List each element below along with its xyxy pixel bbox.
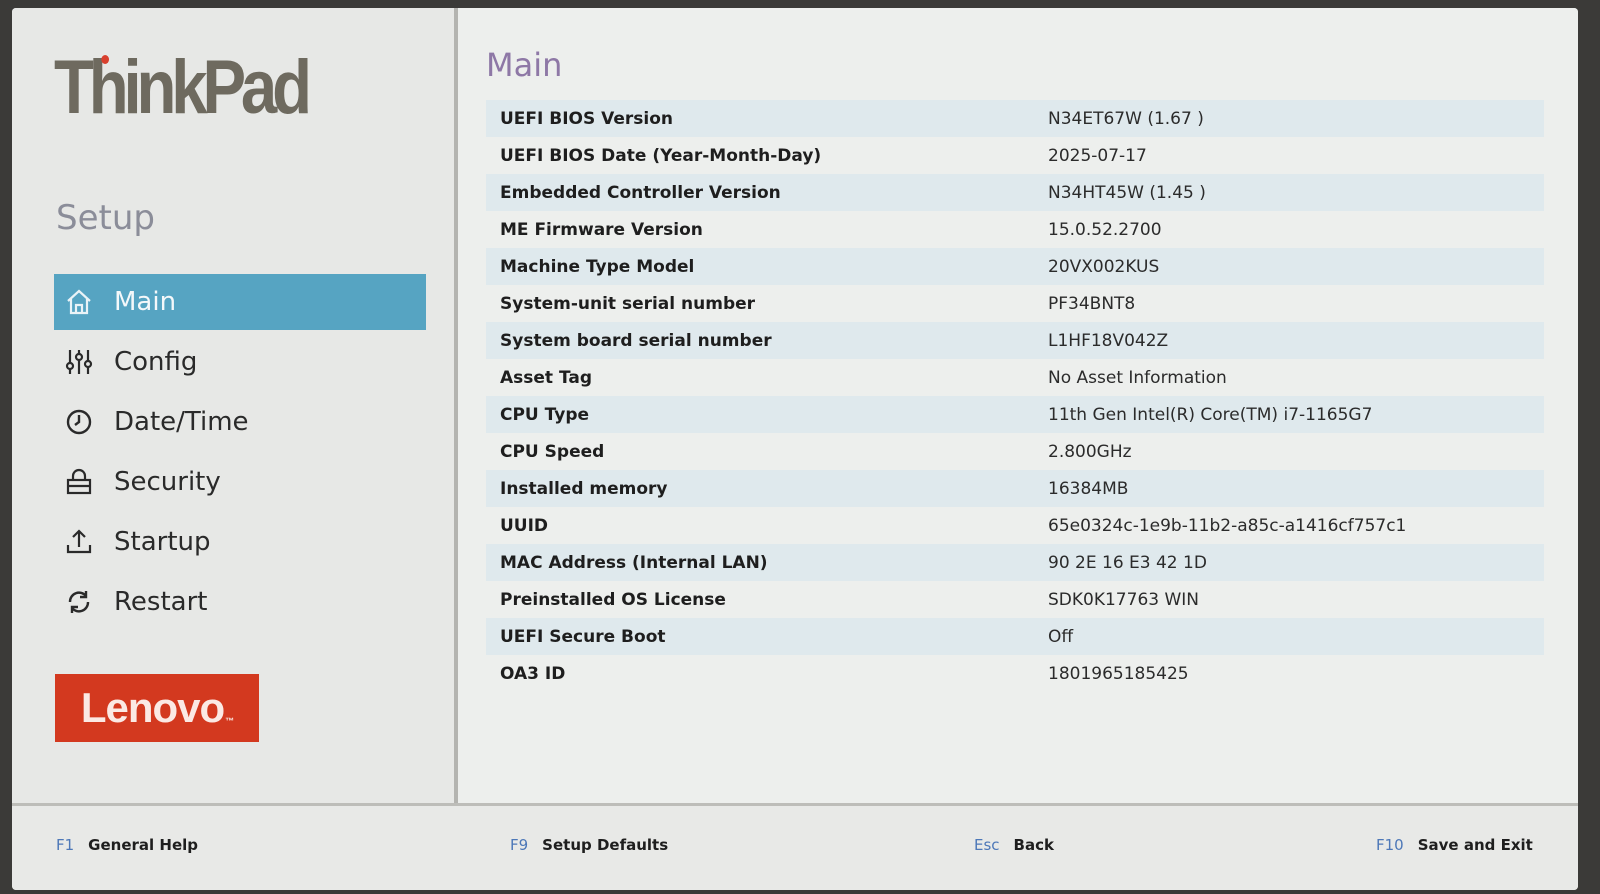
info-row-board-serial: System board serial number L1HF18V042Z <box>486 322 1544 359</box>
sidebar-item-label: Restart <box>114 587 208 617</box>
info-row-bios-date: UEFI BIOS Date (Year-Month-Day) 2025-07-… <box>486 137 1544 174</box>
fkey-action: Back <box>1013 836 1054 854</box>
thinkpad-logo-dot <box>101 55 110 64</box>
info-value: N34HT45W (1.45 ) <box>1048 182 1206 203</box>
info-value: 16384MB <box>1048 478 1129 499</box>
clock-icon <box>62 405 96 439</box>
sidebar-item-label: Date/Time <box>114 407 249 437</box>
system-info-table: UEFI BIOS Version N34ET67W (1.67 ) UEFI … <box>486 100 1544 692</box>
info-row-uuid: UUID 65e0324c-1e9b-11b2-a85c-a1416cf757c… <box>486 507 1544 544</box>
sidebar-nav: Main Config Date/Time Security Startup R… <box>54 274 426 634</box>
info-label: UEFI BIOS Date (Year-Month-Day) <box>500 145 822 166</box>
sidebar-item-label: Config <box>114 347 198 377</box>
info-value: 65e0324c-1e9b-11b2-a85c-a1416cf757c1 <box>1048 515 1407 536</box>
info-value: 11th Gen Intel(R) Core(TM) i7-1165G7 <box>1048 404 1373 425</box>
lenovo-logo: Lenovo ™ <box>55 674 259 742</box>
info-row-memory: Installed memory 16384MB <box>486 470 1544 507</box>
info-value: SDK0K17763 WIN <box>1048 589 1200 610</box>
info-row-asset-tag: Asset Tag No Asset Information <box>486 359 1544 396</box>
info-row-os-license: Preinstalled OS License SDK0K17763 WIN <box>486 581 1544 618</box>
sidebar: ThinkPad Setup Main Config Date/Time Sec… <box>12 8 454 803</box>
thinkpad-logo: ThinkPad <box>54 44 312 131</box>
fkey-action: General Help <box>88 836 198 854</box>
info-label: CPU Type <box>500 404 590 425</box>
info-label: System-unit serial number <box>500 293 756 314</box>
info-value: 2.800GHz <box>1048 441 1132 462</box>
sidebar-item-security[interactable]: Security <box>54 454 426 510</box>
info-row-machine-type: Machine Type Model 20VX002KUS <box>486 248 1544 285</box>
fkey-action: Setup Defaults <box>542 836 669 854</box>
info-row-me-firmware: ME Firmware Version 15.0.52.2700 <box>486 211 1544 248</box>
info-label: Machine Type Model <box>500 256 695 277</box>
info-label: Installed memory <box>500 478 668 499</box>
info-value: 2025-07-17 <box>1048 145 1147 166</box>
info-value: 15.0.52.2700 <box>1048 219 1162 240</box>
info-value: 20VX002KUS <box>1048 256 1160 277</box>
sidebar-item-label: Startup <box>114 527 211 557</box>
fkey-label: F9 <box>510 836 529 854</box>
fkey-label: F1 <box>56 836 75 854</box>
setup-defaults-button[interactable]: F9 Setup Defaults <box>510 836 668 854</box>
fkey-action: Save and Exit <box>1417 836 1533 854</box>
home-icon <box>62 285 96 319</box>
info-row-oa3-id: OA3 ID 1801965185425 <box>486 655 1544 692</box>
lenovo-logo-text: Lenovo <box>80 684 225 731</box>
back-button[interactable]: Esc Back <box>974 836 1054 854</box>
sidebar-item-date-time[interactable]: Date/Time <box>54 394 426 450</box>
info-row-bios-version: UEFI BIOS Version N34ET67W (1.67 ) <box>486 100 1544 137</box>
info-label: UEFI Secure Boot <box>500 626 666 647</box>
fkey-label: Esc <box>974 836 1000 854</box>
info-value: PF34BNT8 <box>1048 293 1136 314</box>
sidebar-item-startup[interactable]: Startup <box>54 514 426 570</box>
save-and-exit-button[interactable]: F10 Save and Exit <box>1376 836 1533 854</box>
sidebar-item-label: Security <box>114 467 221 497</box>
general-help-button[interactable]: F1 General Help <box>56 836 198 854</box>
info-label: ME Firmware Version <box>500 219 703 240</box>
info-row-cpu-speed: CPU Speed 2.800GHz <box>486 433 1544 470</box>
info-label: Preinstalled OS License <box>500 589 726 610</box>
page-title: Main <box>486 46 563 84</box>
info-row-secure-boot: UEFI Secure Boot Off <box>486 618 1544 655</box>
info-label: System board serial number <box>500 330 772 351</box>
fkey-label: F10 <box>1376 836 1404 854</box>
info-label: Asset Tag <box>500 367 593 388</box>
info-value: 90 2E 16 E3 42 1D <box>1048 552 1207 573</box>
info-value: Off <box>1048 626 1074 647</box>
sidebar-item-label: Main <box>114 287 177 317</box>
info-value: N34ET67W (1.67 ) <box>1048 108 1204 129</box>
info-row-cpu-type: CPU Type 11th Gen Intel(R) Core(TM) i7-1… <box>486 396 1544 433</box>
info-row-mac-address: MAC Address (Internal LAN) 90 2E 16 E3 4… <box>486 544 1544 581</box>
info-row-ec-version: Embedded Controller Version N34HT45W (1.… <box>486 174 1544 211</box>
bios-screen: ThinkPad Setup Main Config Date/Time Sec… <box>12 8 1578 890</box>
info-label: OA3 ID <box>500 663 566 684</box>
sidebar-item-main[interactable]: Main <box>54 274 426 330</box>
info-label: Embedded Controller Version <box>500 182 781 203</box>
info-label: UUID <box>500 515 549 536</box>
main-panel: Main UEFI BIOS Version N34ET67W (1.67 ) … <box>458 8 1578 803</box>
function-key-bar: F1 General Help F9 Setup Defaults Esc Ba… <box>12 806 1578 890</box>
sidebar-item-restart[interactable]: Restart <box>54 574 426 630</box>
refresh-icon <box>62 585 96 619</box>
sidebar-item-config[interactable]: Config <box>54 334 426 390</box>
info-label: MAC Address (Internal LAN) <box>500 552 768 573</box>
thinkpad-logo-text: ThinkPad <box>54 45 312 130</box>
info-label: UEFI BIOS Version <box>500 108 674 129</box>
upload-icon <box>62 525 96 559</box>
info-value: L1HF18V042Z <box>1048 330 1169 351</box>
info-label: CPU Speed <box>500 441 605 462</box>
info-value: No Asset Information <box>1048 367 1227 388</box>
sliders-icon <box>62 345 96 379</box>
info-value: 1801965185425 <box>1048 663 1189 684</box>
lock-icon <box>62 465 96 499</box>
lenovo-trademark: ™ <box>225 716 234 726</box>
setup-title: Setup <box>56 198 155 238</box>
info-row-unit-serial: System-unit serial number PF34BNT8 <box>486 285 1544 322</box>
